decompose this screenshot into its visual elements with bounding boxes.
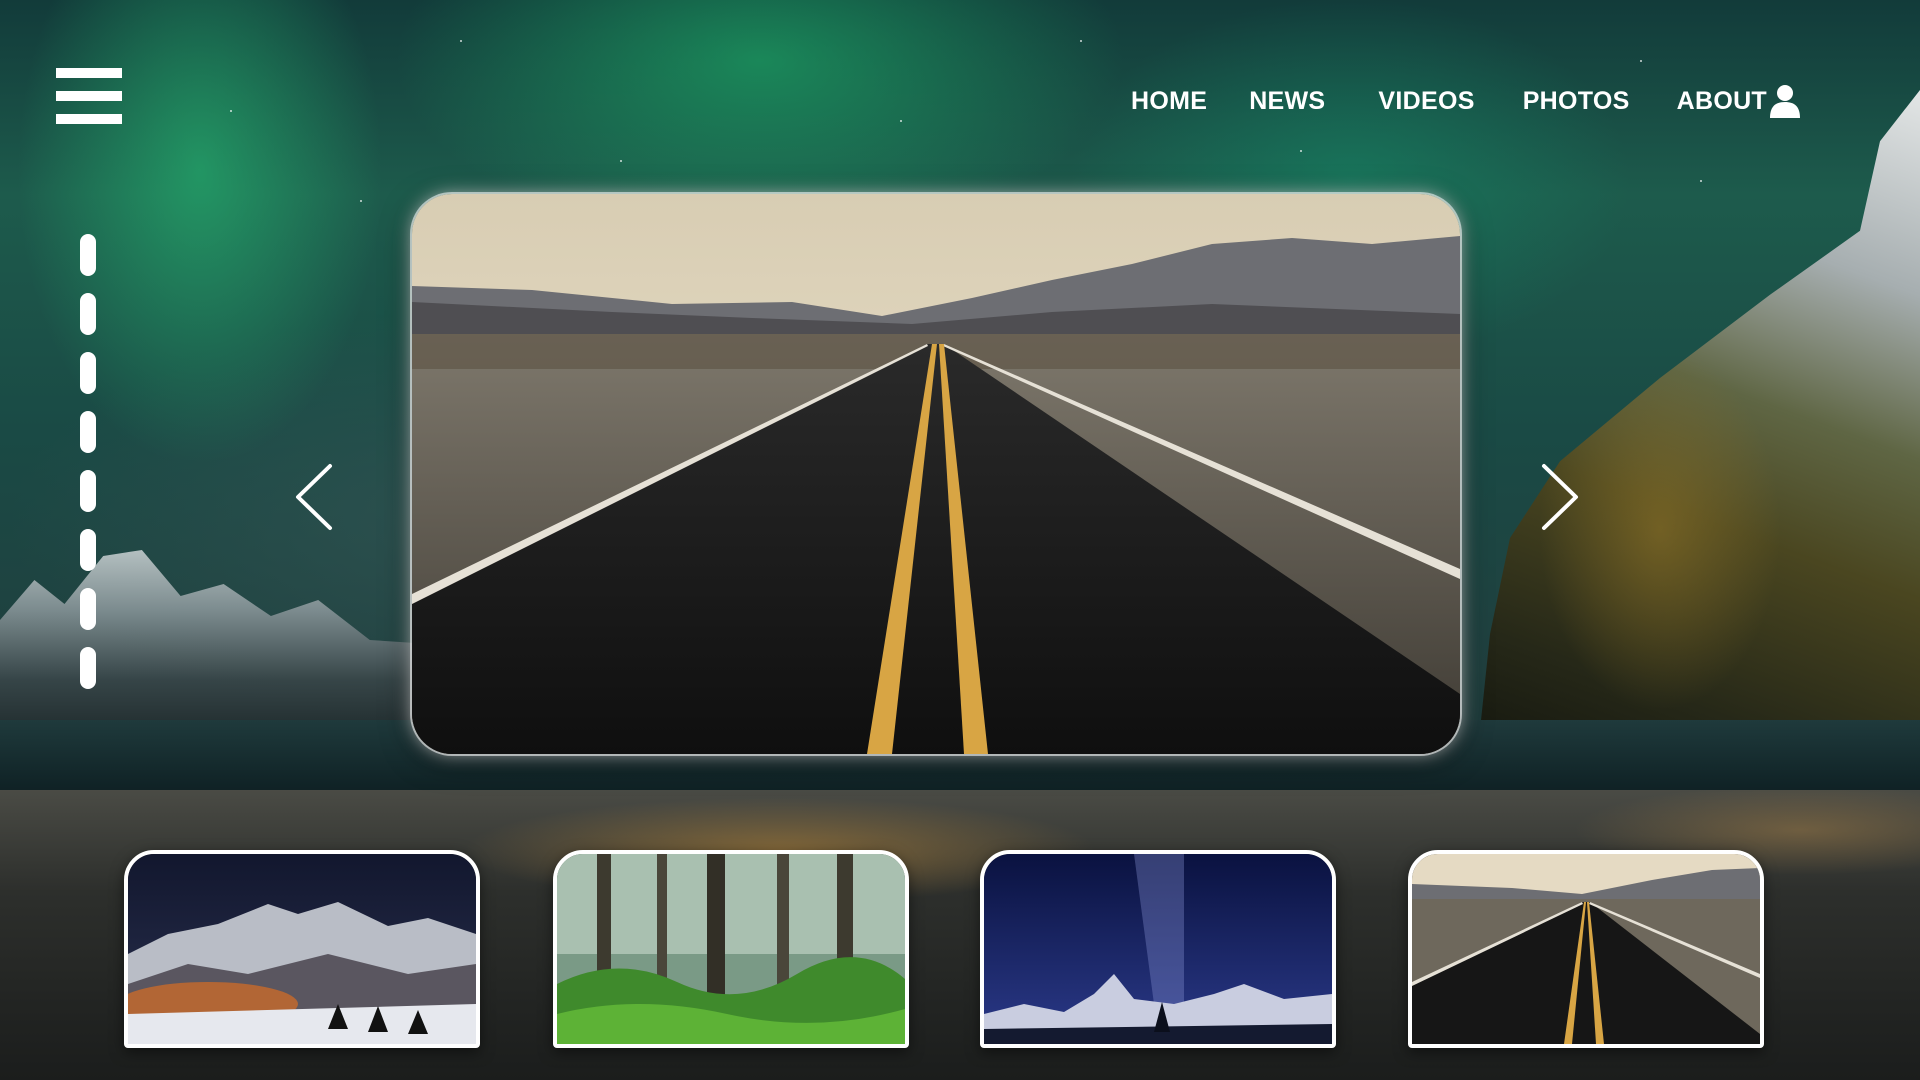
- indicator-dash[interactable]: [80, 293, 96, 335]
- menu-bar: [56, 91, 122, 101]
- indicator-dash[interactable]: [80, 647, 96, 689]
- thumbnail-desert-road[interactable]: [1408, 850, 1764, 1048]
- menu-bar: [56, 114, 122, 124]
- vertical-slide-indicator[interactable]: [80, 234, 96, 692]
- user-icon[interactable]: [1770, 84, 1800, 118]
- indicator-dash[interactable]: [80, 352, 96, 394]
- chevron-left-icon[interactable]: [290, 462, 346, 532]
- menu-bar: [56, 68, 122, 78]
- indicator-dash[interactable]: [80, 411, 96, 453]
- nav-home[interactable]: HOME: [1131, 87, 1207, 116]
- nav-news[interactable]: NEWS: [1249, 87, 1325, 116]
- nav-about[interactable]: ABOUT: [1677, 87, 1767, 116]
- nav-videos[interactable]: VIDEOS: [1378, 87, 1474, 116]
- top-navigation: HOME NEWS VIDEOS PHOTOS ABOUT: [1110, 80, 1767, 122]
- thumbnail-snowy-mountains-night[interactable]: [124, 850, 480, 1048]
- hamburger-menu-icon[interactable]: [56, 68, 122, 124]
- thumbnail-mossy-forest[interactable]: [553, 850, 909, 1048]
- thumbnail-milky-way-mountains[interactable]: [980, 850, 1336, 1048]
- indicator-dash[interactable]: [80, 588, 96, 630]
- indicator-dash[interactable]: [80, 470, 96, 512]
- nav-photos[interactable]: PHOTOS: [1523, 87, 1630, 116]
- indicator-dash[interactable]: [80, 529, 96, 571]
- main-slide-image[interactable]: [412, 194, 1460, 754]
- indicator-dash[interactable]: [80, 234, 96, 276]
- chevron-right-icon[interactable]: [1530, 462, 1586, 532]
